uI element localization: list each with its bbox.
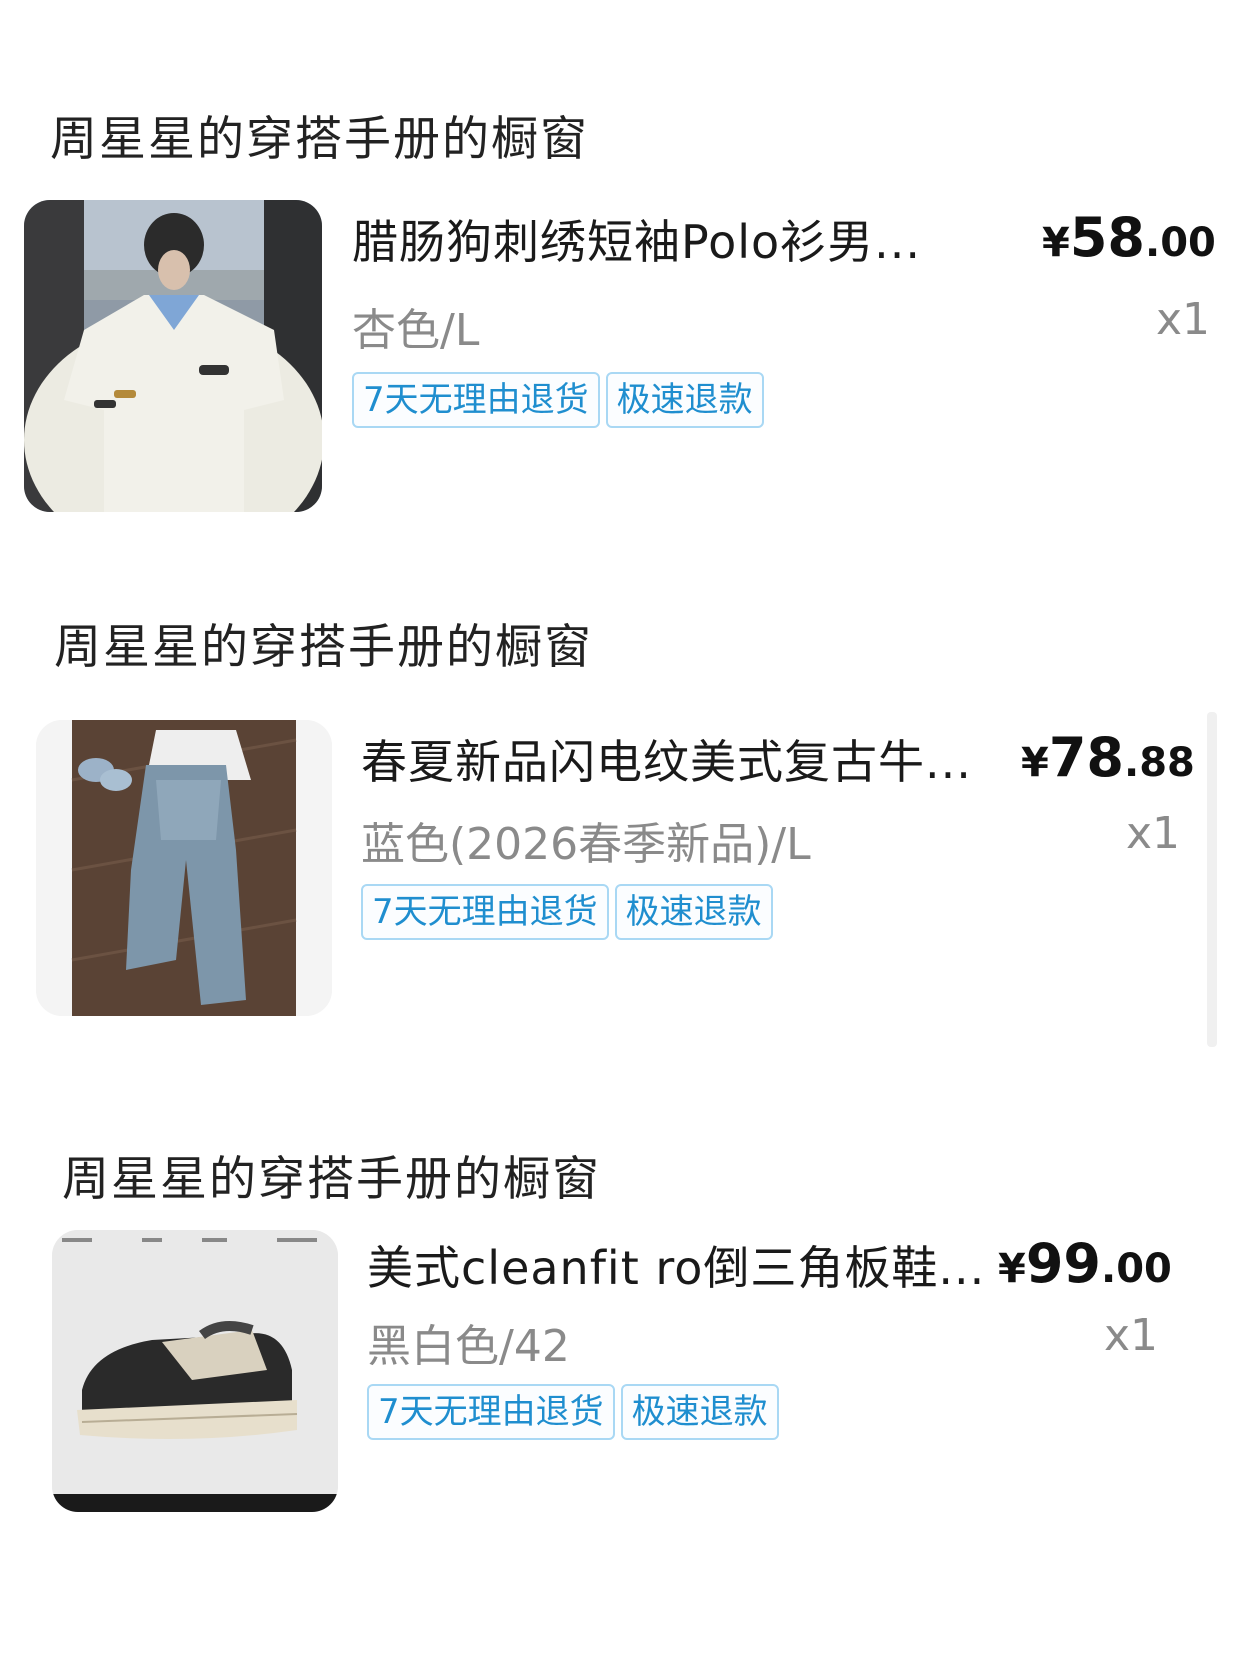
shop-title[interactable]: 周星星的穿搭手册的橱窗	[50, 100, 589, 169]
price-integer: 99	[1025, 1232, 1101, 1295]
polo-shirt-photo	[24, 200, 322, 512]
price-currency: ¥	[1042, 220, 1070, 266]
price-integer: 78	[1048, 726, 1124, 789]
price-decimal: .88	[1124, 740, 1195, 786]
product-name[interactable]: 腊肠狗刺绣短袖Polo衫男...	[352, 206, 921, 272]
tag-7day-return: 7天无理由退货	[352, 372, 600, 428]
tag-fast-refund: 极速退款	[605, 372, 764, 428]
tag-fast-refund: 极速退款	[620, 1384, 779, 1440]
price: ¥78.88	[1021, 726, 1195, 789]
quantity: x1	[1156, 294, 1211, 345]
quantity: x1	[1126, 808, 1181, 859]
service-tags: 7天无理由退货 极速退款	[361, 884, 773, 940]
tag-7day-return: 7天无理由退货	[367, 1384, 615, 1440]
service-tags: 7天无理由退货 极速退款	[352, 372, 764, 428]
service-tags: 7天无理由退货 极速退款	[367, 1384, 779, 1440]
product-name[interactable]: 春夏新品闪电纹美式复古牛...	[361, 726, 972, 792]
product-thumbnail-sneakers[interactable]	[52, 1230, 338, 1512]
price-decimal: .00	[1145, 220, 1216, 266]
jeans-photo	[36, 720, 332, 1016]
price-currency: ¥	[998, 1246, 1026, 1292]
price-currency: ¥	[1021, 740, 1049, 786]
sku-spec: 蓝色(2026春季新品)/L	[361, 819, 811, 870]
price-decimal: .00	[1101, 1246, 1172, 1292]
tag-7day-return: 7天无理由退货	[361, 884, 609, 940]
shop-title[interactable]: 周星星的穿搭手册的橱窗	[62, 1140, 601, 1209]
shop-title[interactable]: 周星星的穿搭手册的橱窗	[54, 608, 593, 677]
price-integer: 58	[1069, 206, 1145, 269]
sneaker-photo	[52, 1230, 338, 1512]
product-thumbnail-jeans[interactable]	[36, 720, 332, 1016]
product-thumbnail-polo[interactable]	[24, 200, 322, 512]
product-name[interactable]: 美式cleanfit ro倒三角板鞋...	[367, 1232, 985, 1298]
scrollbar[interactable]	[1207, 712, 1217, 1047]
quantity: x1	[1104, 1310, 1159, 1361]
price: ¥58.00	[1042, 206, 1216, 269]
sku-spec: 黑白色/42	[367, 1321, 570, 1372]
sku-spec: 杏色/L	[352, 305, 480, 356]
tag-fast-refund: 极速退款	[614, 884, 773, 940]
price: ¥99.00	[998, 1232, 1172, 1295]
